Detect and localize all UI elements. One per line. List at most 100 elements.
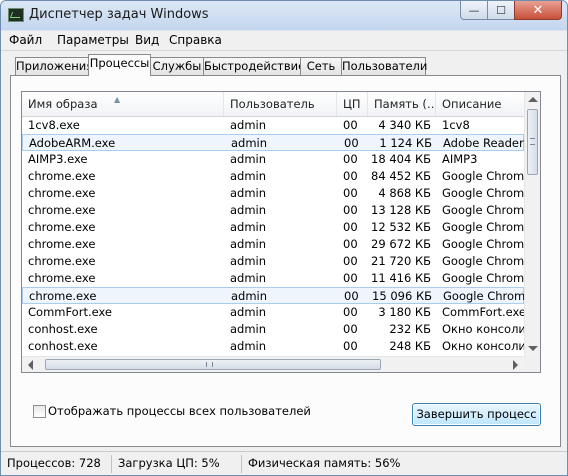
window-title: Диспетчер задач Windows xyxy=(29,7,209,22)
column-header-memory[interactable]: Память (… xyxy=(368,92,436,116)
horizontal-scrollbar[interactable] xyxy=(22,356,524,372)
process-user: admin xyxy=(230,118,267,132)
table-row[interactable]: chrome.exe admin 00 29 672 КБ Google Chrome xyxy=(22,236,524,253)
table-row[interactable]: CommFort.exe admin 00 3 180 КБ CommFort.exe xyxy=(22,304,524,321)
process-description: Google Chrome xyxy=(442,220,524,234)
process-user: admin xyxy=(230,254,267,268)
status-memory: Физическая память: 56% xyxy=(248,456,401,470)
process-description: Google Chrome xyxy=(442,186,524,200)
scroll-up-arrow-icon[interactable] xyxy=(528,97,538,102)
process-memory: 29 672 КБ xyxy=(371,237,431,251)
table-row[interactable]: chrome.exe admin 00 21 720 КБ Google Chrome xyxy=(22,253,524,270)
tab-applications[interactable]: Приложения xyxy=(15,57,93,75)
process-memory: 13 128 КБ xyxy=(371,203,431,217)
horizontal-scroll-thumb[interactable] xyxy=(45,359,381,370)
column-header-label: Имя образа xyxy=(28,97,98,111)
process-image-name: chrome.exe xyxy=(28,271,96,285)
process-description: Google Chrome xyxy=(442,237,524,251)
menu-view[interactable]: Вид xyxy=(135,33,159,47)
sort-ascending-icon: ▲ xyxy=(114,95,121,104)
close-icon: ✕ xyxy=(532,2,544,18)
table-row[interactable]: AIMP3.exe admin 00 18 404 КБ AIMP3 xyxy=(22,151,524,168)
tab-services[interactable]: Службы xyxy=(150,57,204,75)
process-memory: 15 096 КБ xyxy=(372,289,432,303)
show-all-users-label[interactable]: Отображать процессы всех пользователей xyxy=(48,404,311,418)
grip-icon xyxy=(206,362,213,367)
process-memory: 11 416 КБ xyxy=(371,271,431,285)
table-row[interactable]: chrome.exe admin 00 84 452 КБ Google Chrome xyxy=(22,168,524,185)
vertical-scrollbar[interactable] xyxy=(524,92,540,356)
process-description: Adobe Reader xyxy=(443,136,524,150)
status-processes: Процессов: 728 xyxy=(7,456,101,470)
tab-processes[interactable]: Процессы xyxy=(88,54,151,76)
title-bar[interactable]: Диспетчер задач Windows — ☐ ✕ xyxy=(1,1,567,30)
process-image-name: AdobeARM.exe xyxy=(29,136,116,150)
process-memory: 12 532 КБ xyxy=(371,220,431,234)
scroll-right-arrow-icon[interactable] xyxy=(513,360,518,370)
tab-network[interactable]: Сеть xyxy=(300,57,342,75)
column-header-description[interactable]: Описание xyxy=(436,92,524,116)
process-description: CommFort.exe xyxy=(442,305,524,319)
scroll-left-arrow-icon[interactable] xyxy=(28,360,33,370)
process-user: admin xyxy=(230,271,267,285)
menu-file[interactable]: Файл xyxy=(9,33,42,47)
process-memory: 232 КБ xyxy=(389,322,431,336)
process-image-name: CommFort.exe xyxy=(28,305,113,319)
process-user: admin xyxy=(230,322,267,336)
vertical-scroll-thumb[interactable] xyxy=(527,109,538,175)
column-header-image-name[interactable]: ▲ Имя образа xyxy=(22,92,224,116)
process-image-name: conhost.exe xyxy=(28,322,98,336)
minimize-icon: — xyxy=(468,3,480,17)
column-header-user[interactable]: Пользователь xyxy=(224,92,337,116)
process-memory: 4 868 КБ xyxy=(378,186,431,200)
scroll-down-arrow-icon[interactable] xyxy=(528,346,538,351)
process-image-name: chrome.exe xyxy=(28,254,96,268)
process-image-name: chrome.exe xyxy=(28,237,96,251)
process-memory: 3 180 КБ xyxy=(378,305,431,319)
table-row[interactable]: chrome.exe admin 00 15 096 КБ Google Chrome xyxy=(22,287,525,304)
process-image-name: chrome.exe xyxy=(29,289,97,303)
process-user: admin xyxy=(230,339,267,353)
end-process-button[interactable]: Завершить процесс xyxy=(412,403,541,426)
close-button[interactable]: ✕ xyxy=(514,1,562,20)
table-row[interactable]: chrome.exe admin 00 4 868 КБ Google Chrome xyxy=(22,185,524,202)
client-area: Приложения Процессы Службы Быстродействи… xyxy=(1,51,567,451)
process-memory: 248 КБ xyxy=(389,339,431,353)
tab-performance[interactable]: Быстродействие xyxy=(203,57,305,75)
column-header-cpu[interactable]: ЦП xyxy=(337,92,368,116)
menu-help[interactable]: Справка xyxy=(169,33,222,47)
process-image-name: conhost.exe xyxy=(28,339,98,353)
process-description: AIMP3 xyxy=(442,152,478,166)
status-cpu: Загрузка ЦП: 5% xyxy=(118,456,220,470)
table-row[interactable]: chrome.exe admin 00 13 128 КБ Google Chrome xyxy=(22,202,524,219)
process-memory: 1 124 КБ xyxy=(379,136,432,150)
process-description: Окно консоли xyxy=(442,339,524,353)
scrollbar-corner xyxy=(524,356,540,372)
process-user: admin xyxy=(230,220,267,234)
task-manager-window: Диспетчер задач Windows — ☐ ✕ Файл Парам… xyxy=(0,0,568,476)
process-description: 1cv8 xyxy=(442,118,470,132)
process-user: admin xyxy=(231,136,268,150)
table-row[interactable]: conhost.exe admin 00 248 КБ Окно консоли xyxy=(22,338,524,355)
process-description: Google Chrome xyxy=(442,271,524,285)
tab-users[interactable]: Пользователи xyxy=(341,57,427,75)
table-row[interactable]: chrome.exe admin 00 11 416 КБ Google Chrome xyxy=(22,270,524,287)
show-all-users-checkbox[interactable] xyxy=(33,405,46,418)
process-user: admin xyxy=(230,305,267,319)
status-separator xyxy=(241,455,242,473)
table-row[interactable]: 1cv8.exe admin 00 4 340 КБ 1cv8 xyxy=(22,117,524,134)
task-manager-icon xyxy=(8,8,24,22)
process-list[interactable]: ▲ Имя образа Пользователь ЦП Память (… О… xyxy=(21,91,541,373)
minimize-button[interactable]: — xyxy=(460,1,488,20)
table-row[interactable]: AdobeARM.exe admin 00 1 124 КБ Adobe Reader xyxy=(22,134,524,151)
table-row[interactable]: chrome.exe admin 00 12 532 КБ Google Chrome xyxy=(22,219,524,236)
process-image-name: AIMP3.exe xyxy=(28,152,88,166)
table-row[interactable]: conhost.exe admin 00 232 КБ Окно консоли xyxy=(22,321,524,338)
process-description: Google Chrome xyxy=(442,203,524,217)
maximize-button[interactable]: ☐ xyxy=(487,1,515,20)
process-image-name: chrome.exe xyxy=(28,220,96,234)
menu-bar: Файл Параметры Вид Справка xyxy=(1,31,567,51)
process-memory: 4 340 КБ xyxy=(378,118,431,132)
status-separator xyxy=(111,455,112,473)
menu-options[interactable]: Параметры xyxy=(57,33,129,47)
